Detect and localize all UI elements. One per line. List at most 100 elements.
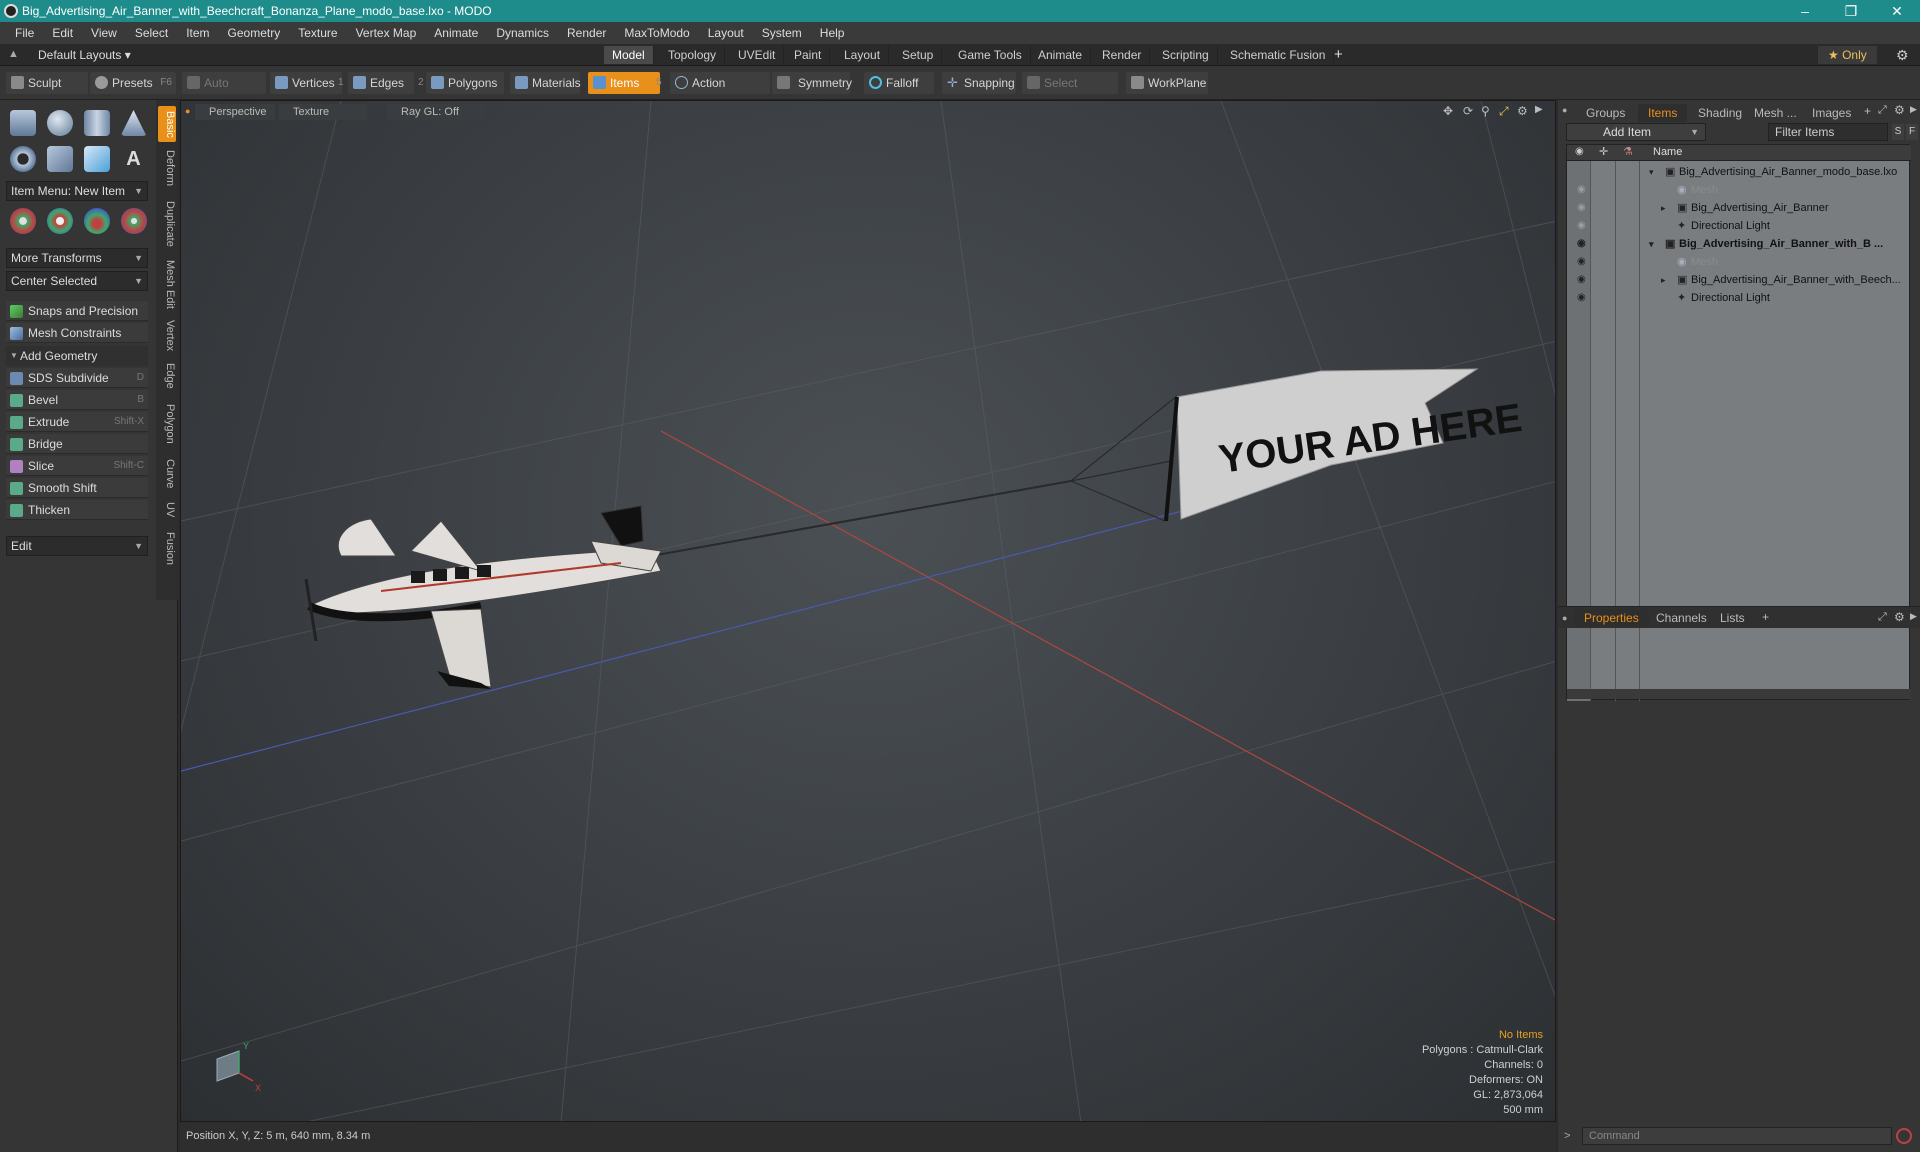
- menu-texture[interactable]: Texture: [289, 26, 346, 40]
- cylinder-icon[interactable]: [83, 110, 110, 136]
- tube-icon[interactable]: [46, 146, 73, 172]
- maximize-button[interactable]: ❐: [1828, 0, 1874, 22]
- tab-schematic-fusion[interactable]: Schematic Fusion: [1222, 46, 1335, 64]
- snapping-button[interactable]: ✛ Snapping: [942, 72, 1016, 94]
- side-tab-edge[interactable]: Edge: [158, 360, 176, 392]
- side-tab-fusion[interactable]: Fusion: [158, 528, 176, 570]
- expand-panel-icon[interactable]: ⤢: [1878, 104, 1887, 117]
- polygons-button[interactable]: Polygons: [426, 72, 504, 94]
- menu-help[interactable]: Help: [811, 26, 854, 40]
- menu-item[interactable]: Item: [177, 26, 218, 40]
- scale-icon[interactable]: [83, 208, 110, 234]
- pen-icon[interactable]: [83, 146, 110, 172]
- tab-model[interactable]: Model: [604, 46, 654, 64]
- command-input[interactable]: Command: [1582, 1127, 1892, 1145]
- type-column-icon[interactable]: ⚗: [1623, 145, 1633, 158]
- default-layouts-dropdown[interactable]: Default Layouts ▾: [38, 48, 131, 62]
- tab-paint[interactable]: Paint: [786, 46, 831, 64]
- eye-icon[interactable]: ◉: [1577, 199, 1586, 217]
- presets-button[interactable]: Presets F6: [90, 72, 176, 94]
- tree-row[interactable]: ◉ ✦ Directional Light: [1567, 217, 1911, 235]
- minimize-button[interactable]: –: [1782, 0, 1828, 22]
- expand-arrow-icon[interactable]: ▾: [1649, 163, 1654, 181]
- menu-system[interactable]: System: [753, 26, 811, 40]
- tab-render[interactable]: Render: [1094, 46, 1151, 64]
- eye-icon[interactable]: ◉: [1577, 271, 1586, 289]
- workplane-button[interactable]: WorkPlane: [1126, 72, 1208, 94]
- filter-s-toggle[interactable]: S: [1892, 124, 1904, 140]
- menu-vertex-map[interactable]: Vertex Map: [347, 26, 426, 40]
- center-selected-dropdown[interactable]: Center Selected ▼: [6, 271, 148, 291]
- panel-menu-icon[interactable]: ●: [1562, 613, 1567, 623]
- text-icon[interactable]: A: [121, 146, 147, 172]
- menu-file[interactable]: File: [6, 26, 43, 40]
- falloff-button[interactable]: Falloff: [864, 72, 934, 94]
- perspective-view-dropdown[interactable]: Perspective: [195, 104, 275, 120]
- edit-dropdown[interactable]: Edit ▼: [6, 536, 148, 556]
- viewport-expand-icon[interactable]: ▶: [1535, 104, 1543, 115]
- 3d-viewport[interactable]: YOUR AD HERE Y X ● Perspective Texture R…: [180, 100, 1556, 1122]
- menu-animate[interactable]: Animate: [425, 26, 487, 40]
- add-tab-icon[interactable]: +: [1864, 104, 1871, 118]
- expand-arrow-icon[interactable]: ▸: [1661, 271, 1666, 289]
- tab-lists[interactable]: Lists: [1710, 609, 1755, 627]
- side-tab-vertex[interactable]: Vertex: [158, 316, 176, 356]
- menu-view[interactable]: View: [82, 26, 126, 40]
- sphere-icon[interactable]: [46, 110, 73, 136]
- eye-icon[interactable]: ◉: [1577, 289, 1586, 307]
- add-layout-button[interactable]: +: [1334, 46, 1343, 63]
- transform-icon[interactable]: [120, 208, 147, 234]
- tab-animate[interactable]: Animate: [1030, 46, 1092, 64]
- tree-row[interactable]: ◉ ◉ Mesh: [1567, 253, 1911, 271]
- items-button[interactable]: Items: [588, 72, 660, 94]
- texture-shading-dropdown[interactable]: Texture: [279, 104, 367, 120]
- symmetry-button[interactable]: Symmetry: [772, 72, 852, 94]
- sculpt-button[interactable]: Sculpt: [6, 72, 88, 94]
- eye-icon[interactable]: ◉: [1577, 217, 1586, 235]
- smooth-shift-button[interactable]: Smooth Shift: [6, 478, 148, 498]
- layout-toggle-icon[interactable]: ▲: [8, 48, 19, 60]
- visibility-column-icon[interactable]: ◉: [1575, 146, 1584, 157]
- cube-icon[interactable]: [9, 110, 36, 136]
- add-geometry-header[interactable]: ▼ Add Geometry: [6, 346, 148, 366]
- side-tab-mesh-edit[interactable]: Mesh Edit: [158, 256, 176, 312]
- action-center-button[interactable]: Action Center: [670, 72, 770, 112]
- tab-uvedit[interactable]: UVEdit: [730, 46, 785, 64]
- eye-icon[interactable]: ◉: [1577, 235, 1586, 253]
- expand-arrow-icon[interactable]: ▸: [1661, 199, 1666, 217]
- menu-dynamics[interactable]: Dynamics: [487, 26, 558, 40]
- vertices-button[interactable]: Vertices: [270, 72, 342, 94]
- panel-settings-icon[interactable]: ⚙: [1894, 610, 1905, 624]
- menu-geometry[interactable]: Geometry: [219, 26, 290, 40]
- panel-settings-icon[interactable]: ⚙: [1894, 103, 1905, 117]
- orbit-icon[interactable]: ⟳: [1463, 104, 1473, 118]
- tree-row[interactable]: ◉ ▾ ▣ Big_Advertising_Air_Banner_with_B …: [1567, 235, 1911, 253]
- side-tab-deform[interactable]: Deform: [158, 146, 176, 190]
- tree-row[interactable]: ◉ ◉ Mesh: [1567, 181, 1911, 199]
- rotate-icon[interactable]: [46, 208, 73, 234]
- filter-f-toggle[interactable]: F: [1906, 124, 1918, 140]
- extrude-button[interactable]: Extrude Shift-X: [6, 412, 148, 432]
- tab-shading[interactable]: Shading: [1688, 104, 1752, 122]
- item-menu-dropdown[interactable]: Item Menu: New Item ▼: [6, 181, 148, 201]
- tab-scripting[interactable]: Scripting: [1154, 46, 1218, 64]
- more-transforms-dropdown[interactable]: More Transforms ▼: [6, 248, 148, 268]
- viewport-settings-icon[interactable]: ⚙: [1517, 104, 1528, 118]
- lock-column-icon[interactable]: ✛: [1599, 145, 1608, 158]
- tree-row[interactable]: ◉ ▸ ▣ Big_Advertising_Air_Banner: [1567, 199, 1911, 217]
- add-tab-icon[interactable]: +: [1762, 610, 1769, 624]
- thicken-button[interactable]: Thicken: [6, 500, 148, 520]
- move-icon[interactable]: [9, 208, 36, 234]
- tab-channels[interactable]: Channels: [1646, 609, 1717, 627]
- tab-game-tools[interactable]: Game Tools: [950, 46, 1031, 64]
- menu-render[interactable]: Render: [558, 26, 615, 40]
- tab-setup[interactable]: Setup: [894, 46, 943, 64]
- tree-row[interactable]: ◉ ✦ Directional Light: [1567, 289, 1911, 307]
- mesh-constraints-button[interactable]: Mesh Constraints: [6, 323, 148, 343]
- ray-gl-dropdown[interactable]: Ray GL: Off: [387, 104, 485, 120]
- menu-edit[interactable]: Edit: [43, 26, 82, 40]
- panel-arrow-icon[interactable]: ▶: [1910, 104, 1917, 115]
- tab-groups[interactable]: Groups: [1576, 104, 1635, 122]
- expand-panel-icon[interactable]: ⤢: [1878, 611, 1887, 624]
- add-item-dropdown[interactable]: Add Item ▼: [1566, 123, 1706, 141]
